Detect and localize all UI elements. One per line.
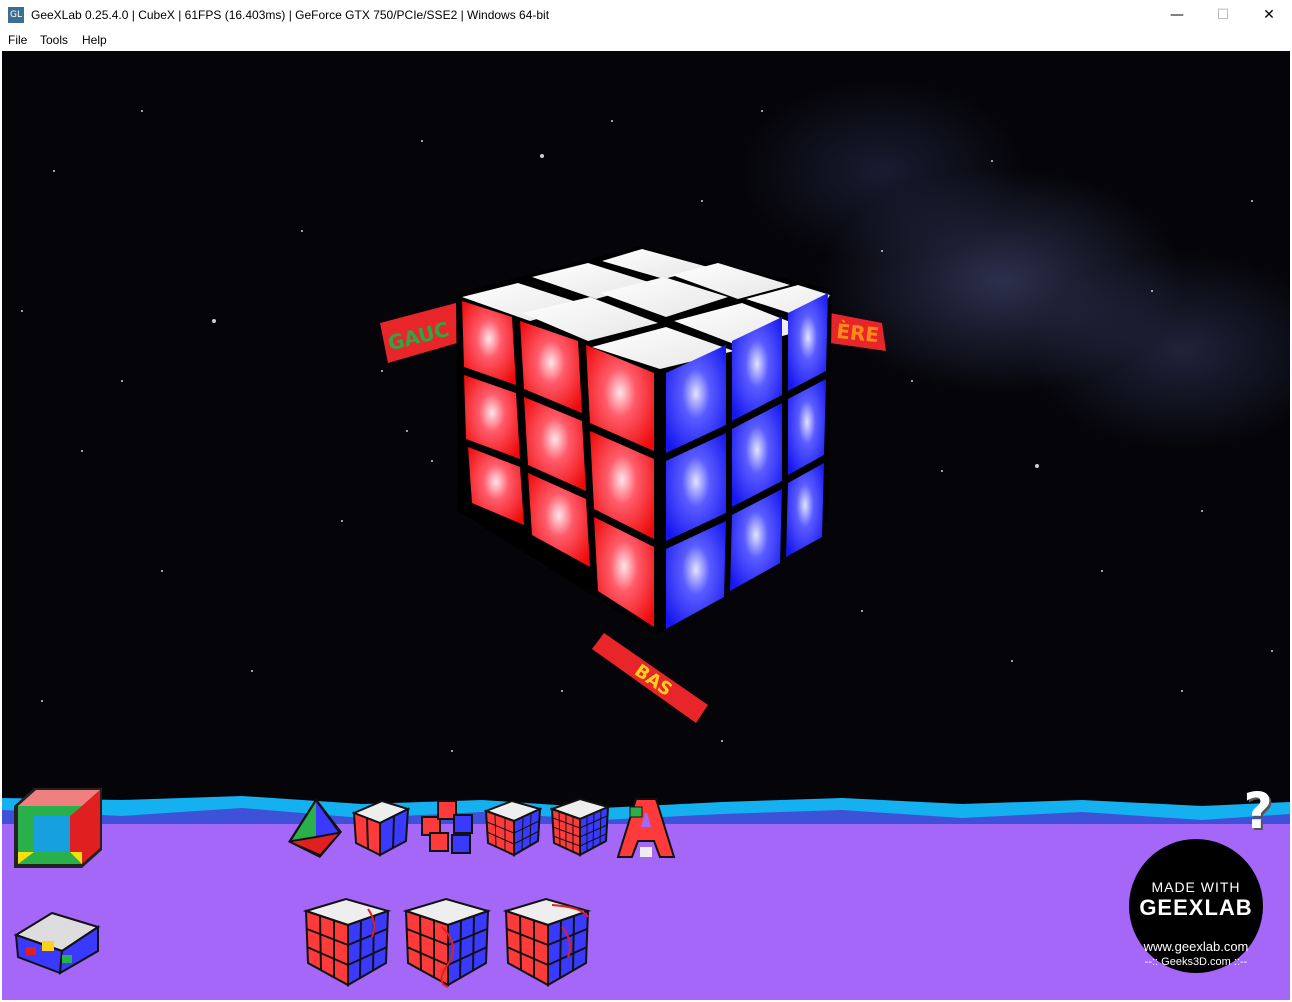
label-gauche: GAUC <box>380 303 464 363</box>
menu-help[interactable]: Help <box>82 33 107 47</box>
title-bar: GL GeeXLab 0.25.4.0 | CubeX | 61FPS (16.… <box>0 0 1292 31</box>
badge-made-with: MADE WITH <box>1151 879 1241 895</box>
close-button[interactable]: ✕ <box>1246 0 1292 30</box>
cube-2x2-icon[interactable] <box>352 799 410 857</box>
3d-viewport[interactable]: GAUC ÈRE BAS ? MADE WITH GEEXLAB www.gee… <box>2 51 1290 1000</box>
label-derriere: ÈRE <box>830 313 886 351</box>
label-bas: BAS <box>592 633 708 723</box>
menu-bar: File Tools Help <box>0 30 1292 51</box>
badge-url: www.geexlab.com <box>1143 939 1249 954</box>
badge-geeks3d: --:: Geeks3D.com ::-- <box>1144 956 1248 968</box>
rubiks-cube-scene[interactable]: GAUC ÈRE BAS <box>2 51 1290 811</box>
maximize-button[interactable]: ☐ <box>1200 0 1246 30</box>
cube-multi-icon[interactable] <box>416 797 478 857</box>
help-icon[interactable]: ? <box>1236 786 1280 836</box>
letter-a-cube-icon[interactable] <box>616 797 676 859</box>
app-logo-cube-icon[interactable] <box>12 786 104 870</box>
cube-sequence-3-icon[interactable] <box>502 897 594 987</box>
cube-sequence-2-icon[interactable] <box>402 897 492 989</box>
window-title: GeeXLab 0.25.4.0 | CubeX | 61FPS (16.403… <box>31 8 550 22</box>
menu-tools[interactable]: Tools <box>40 33 68 47</box>
pyramid-puzzle-icon[interactable] <box>286 796 344 860</box>
badge-brand: GEEXLAB <box>1139 895 1253 920</box>
scramble-cube-icon[interactable] <box>12 909 104 977</box>
minimize-button[interactable]: — <box>1154 0 1200 30</box>
rubiks-cube[interactable] <box>456 247 832 635</box>
app-icon[interactable]: GL <box>8 7 24 23</box>
cube-3x3-icon[interactable] <box>484 799 542 857</box>
menu-file[interactable]: File <box>8 33 27 47</box>
cube-4x4-icon[interactable] <box>550 797 610 857</box>
cube-sequence-1-icon[interactable] <box>302 897 392 987</box>
svg-text:ÈRE: ÈRE <box>835 319 880 347</box>
made-with-geexlab-badge: MADE WITH GEEXLAB www.geexlab.com --:: G… <box>1129 839 1263 973</box>
